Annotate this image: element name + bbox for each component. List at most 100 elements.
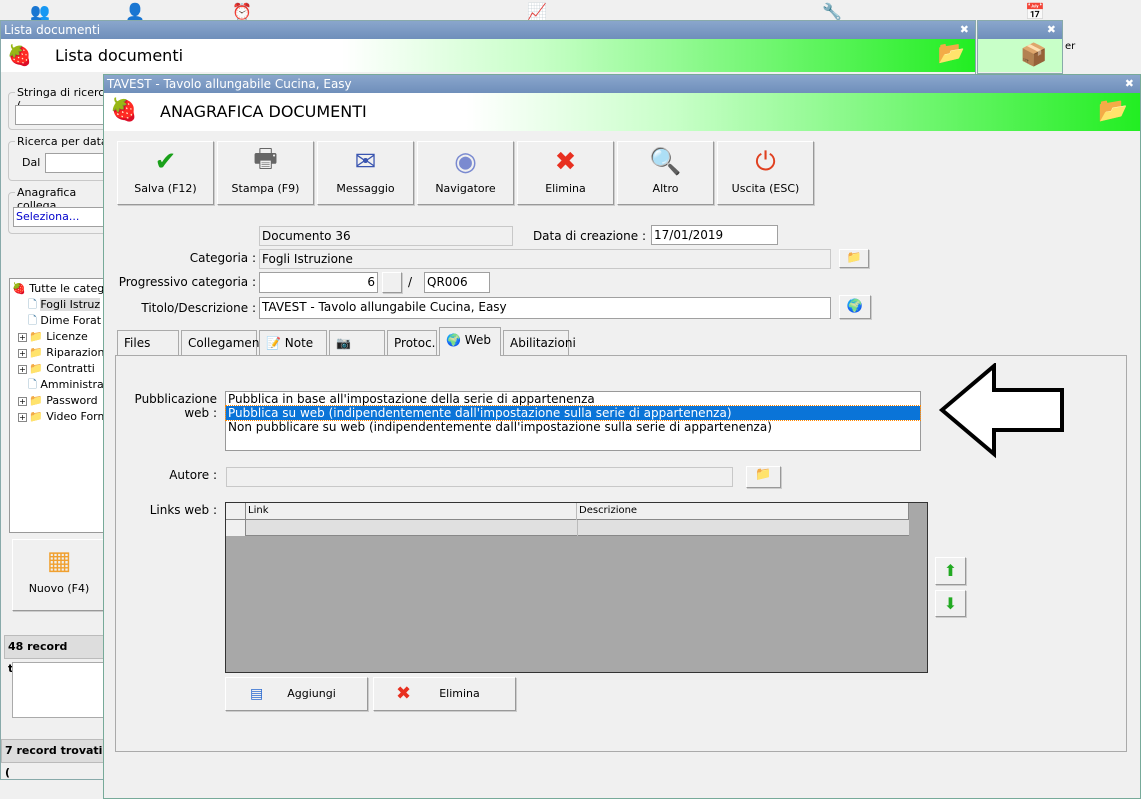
linked-select[interactable]: Seleziona...	[13, 207, 115, 227]
user-icon[interactable]: 👤	[125, 2, 145, 21]
column-header-description[interactable]: Descrizione	[577, 503, 909, 520]
toolbar-button-label: Messaggio	[336, 182, 395, 195]
title-input[interactable]: TAVEST - Tavolo allungabile Cucina, Easy	[259, 297, 831, 319]
tree-item[interactable]: + 📁 Password	[12, 393, 106, 409]
tree-item[interactable]: 🗋 Amministra	[12, 377, 106, 393]
progressive-label: Progressivo categoria :	[118, 275, 256, 289]
progressive-input[interactable]: 6	[259, 272, 378, 293]
tab-label: Collegamenti	[188, 336, 268, 350]
side-window: ✖ 📦 er	[977, 20, 1075, 74]
toolbar-button-label: Uscita (ESC)	[731, 182, 800, 195]
tree-item[interactable]: 🍓 Tutte le catego	[12, 281, 111, 297]
category-browse-button[interactable]: 📁	[839, 249, 869, 268]
folder-icon: 📁	[29, 362, 43, 375]
toolbar-button-elimina[interactable]: ✖ Elimina	[517, 141, 614, 205]
tab-files[interactable]: Files (F5)	[117, 330, 179, 374]
expand-icon[interactable]: +	[18, 365, 27, 374]
window-header: ANAGRAFICA DOCUMENTI	[160, 102, 367, 121]
book-search-icon: 🔍	[649, 147, 682, 177]
publish-option[interactable]: Pubblica in base all'impostazione della …	[226, 392, 920, 406]
records-count-2: 7 record trovati (	[1, 739, 106, 779]
expand-icon[interactable]: +	[18, 397, 27, 406]
toolbar-button-salva[interactable]: ✔ Salva (F12)	[117, 141, 214, 205]
tab-abilitazioni[interactable]: Abilitazioni	[503, 330, 576, 355]
tab-collegamenti[interactable]: Collegamenti	[181, 330, 267, 355]
category-label: Categoria :	[189, 251, 256, 265]
folder-icon: 📂	[1098, 96, 1128, 124]
tab-foto[interactable]: 📷 Foto	[329, 330, 385, 374]
publish-option[interactable]: Pubblica su web (indipendentemente dall'…	[225, 405, 921, 421]
folder-icon: 📁	[29, 346, 43, 359]
creation-date-input[interactable]: 17/01/2019	[651, 225, 778, 245]
toolbar-button-stampa[interactable]: 🖶 Stampa (F9)	[217, 141, 314, 205]
delete-x-icon: ✖	[554, 147, 577, 177]
delete-link-button[interactable]: ✖ Elimina	[373, 677, 516, 711]
links-label: Links web :	[149, 503, 217, 517]
calendar-icon[interactable]: 📅	[1025, 2, 1045, 21]
tree-item[interactable]: 🗋 Dime Forat	[12, 313, 106, 329]
publish-option[interactable]: Non pubblicare su web (indipendentemente…	[226, 420, 920, 434]
arrow-up-icon: ⬆	[943, 561, 958, 580]
author-browse-button[interactable]: 📁	[746, 466, 781, 488]
tree-item[interactable]: + 📁 Contratti	[12, 361, 106, 377]
search-input[interactable]	[15, 105, 115, 125]
tab-note[interactable]: 📝 Note	[259, 330, 327, 355]
tree-item[interactable]: + 📁 Riparazioni	[12, 345, 108, 361]
tree-item[interactable]: + 📁 Licenze	[12, 329, 106, 345]
column-header-link[interactable]: Link	[246, 503, 577, 520]
add-link-button[interactable]: ▤ Aggiungi	[225, 677, 368, 711]
new-grid-icon: ▦	[46, 546, 72, 576]
expand-icon[interactable]: +	[18, 333, 27, 342]
close-button[interactable]: ✖	[1125, 77, 1134, 91]
tree-item-label: Password	[46, 394, 98, 407]
toolbar-button-label: Navigatore	[435, 182, 496, 195]
document-icon: 🗋	[28, 314, 37, 327]
tab-protoc[interactable]: Protoc.	[387, 330, 437, 355]
close-button[interactable]: ✖	[960, 23, 969, 37]
strawberry-logo-icon: 🍓	[7, 43, 32, 67]
add-row-icon: ▤	[250, 686, 264, 702]
tab-label: Abilitazioni	[510, 336, 576, 350]
tree-item-label: Video Form	[46, 410, 109, 423]
category-tree[interactable]: 🍓 Tutte le catego 🗋 Fogli Istruz 🗋 Dime Fo…	[9, 278, 111, 533]
new-button[interactable]: ▦ Nuovo (F4)	[12, 539, 106, 611]
toolbar-button-messaggio[interactable]: ✉ Messaggio	[317, 141, 414, 205]
tree-item[interactable]: + 📁 Video Form	[12, 409, 109, 425]
toolbar-button-altro[interactable]: 🔍 Altro	[617, 141, 714, 205]
wrench-icon[interactable]: 🔧	[822, 2, 842, 21]
document-name-field: Documento 36	[259, 226, 513, 246]
web-globe-button[interactable]: 🌍	[839, 295, 871, 319]
move-down-button[interactable]: ⬇	[935, 590, 966, 617]
table-row[interactable]	[226, 520, 909, 536]
users-icon[interactable]: 👥	[30, 2, 50, 21]
publish-listbox[interactable]: Pubblica in base all'impostazione della …	[225, 391, 921, 451]
tree-item[interactable]: 🗋 Fogli Istruz	[12, 297, 106, 313]
new-button-label: Nuovo (F4)	[28, 582, 90, 595]
chart-icon[interactable]: 📈	[527, 2, 547, 21]
tab-label: Note	[284, 336, 314, 350]
power-icon: ⏻	[755, 146, 776, 177]
tree-item-label: Dime Forat	[40, 314, 102, 327]
envelope-pen-icon: ✉	[354, 147, 377, 177]
records-count-1: 48 record trovati	[4, 635, 109, 675]
delete-x-icon: ✖	[396, 683, 412, 704]
move-up-button[interactable]: ⬆	[935, 557, 966, 585]
toolbar-button-label: Stampa (F9)	[231, 182, 300, 195]
toolbar-button-navigatore[interactable]: ◉ Navigatore	[417, 141, 514, 205]
progressive-spin-button[interactable]	[382, 272, 402, 293]
folder-icon: 📁	[755, 467, 772, 482]
toolbar-button-uscita[interactable]: ⏻ Uscita (ESC)	[717, 141, 814, 205]
tree-item-label: Riparazioni	[46, 346, 108, 359]
links-grid[interactable]: Link Descrizione	[225, 502, 928, 673]
tab-label: Protoc.	[394, 336, 436, 350]
expand-icon[interactable]: +	[18, 413, 27, 422]
folder-icon: 📁	[29, 410, 43, 423]
close-button[interactable]: ✖	[1047, 23, 1056, 37]
tab-web[interactable]: 🌍 Web	[439, 327, 501, 356]
clock-icon[interactable]: ⏰	[232, 2, 252, 21]
window-title: TAVEST - Tavolo allungabile Cucina, Easy	[107, 77, 352, 91]
expand-icon[interactable]: +	[18, 349, 27, 358]
folder-icon: 📁	[29, 330, 43, 343]
code-input[interactable]: QR006	[424, 272, 490, 293]
note-icon: 📝	[266, 336, 281, 350]
